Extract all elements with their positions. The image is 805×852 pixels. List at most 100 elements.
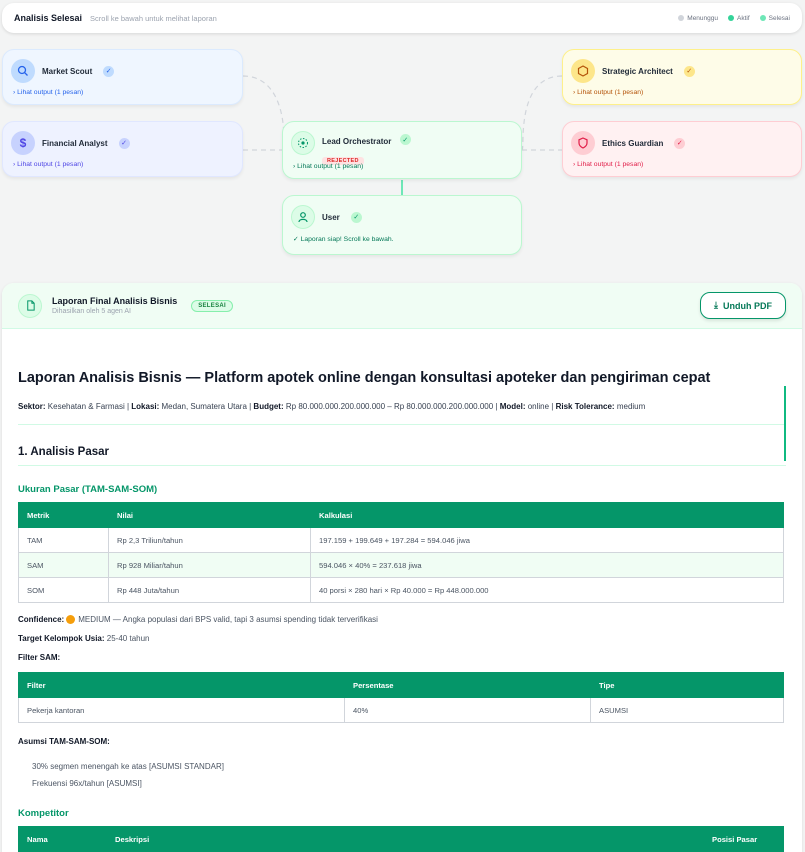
table-cell: Rp 2,3 Triliun/tahun [108, 527, 311, 553]
subsection-heading: Ukuran Pasar (TAM-SAM-SOM) [18, 484, 158, 495]
agent-card-strategic-architect[interactable]: Strategic Architect ✓ › Lihat output (1 … [562, 49, 802, 105]
target-label: Target Kelompok Usia: [18, 634, 105, 644]
hexagon-icon [571, 59, 595, 83]
table-cell: 197.159 + 199.649 + 197.284 = 594.046 ji… [310, 527, 784, 553]
agent-card-ethics-guardian[interactable]: Ethics Guardian ✓ › Lihat output (1 pesa… [562, 121, 802, 177]
table-cell: SAM [18, 552, 109, 578]
user-message-text: Laporan siap! Scroll ke bawah. [300, 236, 394, 243]
meta-label: Sektor: [18, 402, 46, 411]
table-row: SAM Rp 928 Miliar/tahun 594.046 × 40% = … [18, 552, 784, 578]
user-icon [291, 205, 315, 229]
table-cell: 40% [344, 697, 591, 724]
assumption-list: 30% segmen menengah ke atas [ASUMSI STAN… [18, 758, 786, 792]
table-row: TAM Rp 2,3 Triliun/tahun 197.159 + 199.6… [18, 527, 784, 553]
table-cell: Rp 928 Miliar/tahun [108, 552, 311, 578]
target-age-line: Target Kelompok Usia: 25-40 tahun [18, 634, 786, 643]
column-header: Tipe [590, 672, 784, 699]
download-icon: ⤓ [714, 300, 718, 310]
column-header: Nama [18, 826, 107, 852]
output-label: Lihat output (1 pesan) [17, 161, 84, 168]
meta-value: Medan, Sumatera Utara [161, 402, 247, 411]
status-badge: SELESAI [191, 299, 233, 312]
table-cell: TAM [18, 527, 109, 553]
report-body: Laporan Analisis Bisnis — Platform apote… [2, 370, 802, 852]
table-cell: Rp 448 Juta/tahun [108, 577, 311, 603]
table-cell: ASUMSI [590, 697, 784, 724]
agent-name: User [322, 212, 340, 222]
subsection-heading: Kompetitor [18, 808, 69, 820]
agent-name: Ethics Guardian [602, 138, 664, 148]
column-header: Kalkulasi [310, 502, 784, 528]
connector-strategic-architect [521, 75, 563, 151]
table-row: Pekerja kantoran 40% ASUMSI [18, 697, 784, 724]
table-cell: Pekerja kantoran [18, 697, 345, 724]
report-heading: Laporan Analisis Bisnis — Platform apote… [18, 370, 711, 386]
check-icon: ✓ [103, 65, 115, 77]
meta-value: Kesehatan & Farmasi [47, 402, 125, 411]
column-header: Filter [18, 672, 345, 699]
final-report-panel: Laporan Final Analisis Bisnis Dihasilkan… [2, 283, 802, 852]
check-icon: ✓ [350, 211, 362, 223]
column-header: Nilai [108, 502, 311, 528]
agent-card-market-scout[interactable]: Market Scout ✓ › Lihat output (1 pesan) [2, 49, 243, 105]
agent-card-user[interactable]: User ✓ ✓ Laporan siap! Scroll ke bawah. [282, 195, 522, 255]
meta-label: Risk Tolerance: [555, 402, 615, 411]
market-size-table: Metrik Nilai Kalkulasi TAM Rp 2,3 Triliu… [18, 502, 784, 603]
sam-filter-table: Filter Persentase Tipe Pekerja kantoran … [18, 672, 784, 724]
assumption-label: Asumsi TAM-SAM-SOM: [18, 737, 110, 747]
check-icon: ✓ [683, 65, 695, 77]
user-message: ✓ Laporan siap! Scroll ke bawah. [293, 236, 394, 243]
agent-name: Strategic Architect [602, 66, 673, 76]
table-header-row: Nama Deskripsi Posisi Pasar [18, 826, 784, 852]
check-icon: ✓ [399, 134, 411, 146]
output-label: Lihat output (1 pesan) [17, 89, 84, 96]
target-value: 25-40 tahun [106, 634, 150, 644]
filter-label-line: Filter SAM: [18, 653, 786, 662]
output-label: Lihat output (1 pesan) [577, 161, 644, 168]
check-icon: ✓ [118, 137, 130, 149]
table-cell: 594.046 × 40% = 237.618 jiwa [310, 552, 784, 578]
table-cell: SOM [18, 577, 109, 603]
agent-name: Financial Analyst [42, 138, 108, 148]
view-output-link[interactable]: › Lihat output (1 pesan) [3, 161, 83, 168]
document-icon [18, 293, 42, 318]
meta-label: Lokasi: [131, 402, 160, 411]
network-icon [291, 131, 315, 155]
confidence-line: Confidence: MEDIUM — Angka populasi dari … [18, 615, 786, 625]
scroll-indicator[interactable] [784, 386, 786, 461]
report-subtitle: Dihasilkan oleh 5 agen AI [52, 308, 131, 315]
view-output-link[interactable]: › Lihat output (1 pesan) [3, 89, 83, 96]
table-header-row: Metrik Nilai Kalkulasi [18, 502, 784, 528]
output-label: Lihat output (1 pesan) [297, 163, 364, 170]
section-heading: 1. Analisis Pasar [18, 446, 786, 466]
filter-label: Filter SAM: [18, 653, 61, 663]
meta-label: Model: [499, 402, 526, 411]
list-item: Frekuensi 96x/tahun [ASUMSI] [32, 779, 142, 789]
column-header: Persentase [344, 672, 591, 699]
table-row: SOM Rp 448 Juta/tahun 40 porsi × 280 har… [18, 577, 784, 603]
agent-name: Market Scout [42, 66, 93, 76]
list-item: 30% segmen menengah ke atas [ASUMSI STAN… [32, 762, 224, 772]
meta-value: Rp 80.000.000.200.000.000 – Rp 80.000.00… [285, 402, 494, 411]
view-output-link[interactable]: › Lihat output (1 pesan) [563, 89, 643, 96]
report-meta: Sektor: Kesehatan & Farmasi | Lokasi: Me… [18, 402, 786, 425]
confidence-label: Confidence: [18, 615, 65, 624]
download-pdf-button[interactable]: ⤓ Unduh PDF [700, 292, 786, 319]
competitor-table: Nama Deskripsi Posisi Pasar [18, 826, 784, 852]
view-output-link[interactable]: › Lihat output (1 pesan) [563, 161, 643, 168]
confidence-text: MEDIUM — Angka populasi dari BPS valid, … [78, 615, 378, 624]
agent-name: Lead Orchestrator [322, 137, 392, 146]
column-header: Deskripsi [106, 826, 704, 852]
column-header: Metrik [18, 502, 109, 528]
search-icon [11, 59, 35, 83]
report-title: Laporan Final Analisis Bisnis [52, 296, 178, 306]
medium-confidence-icon [66, 615, 76, 625]
agent-card-financial-analyst[interactable]: $ Financial Analyst ✓ › Lihat output (1 … [2, 121, 243, 177]
table-cell: 40 porsi × 280 hari × Rp 40.000 = Rp 448… [310, 577, 784, 603]
agent-card-lead-orchestrator[interactable]: Lead Orchestrator ✓ REJECTED › Lihat out… [282, 121, 522, 179]
view-output-link[interactable]: › Lihat output (1 pesan) [283, 163, 363, 170]
shield-icon [571, 131, 595, 155]
meta-value: online [527, 402, 550, 411]
output-label: Lihat output (1 pesan) [577, 89, 644, 96]
connector-market-scout [242, 75, 285, 151]
